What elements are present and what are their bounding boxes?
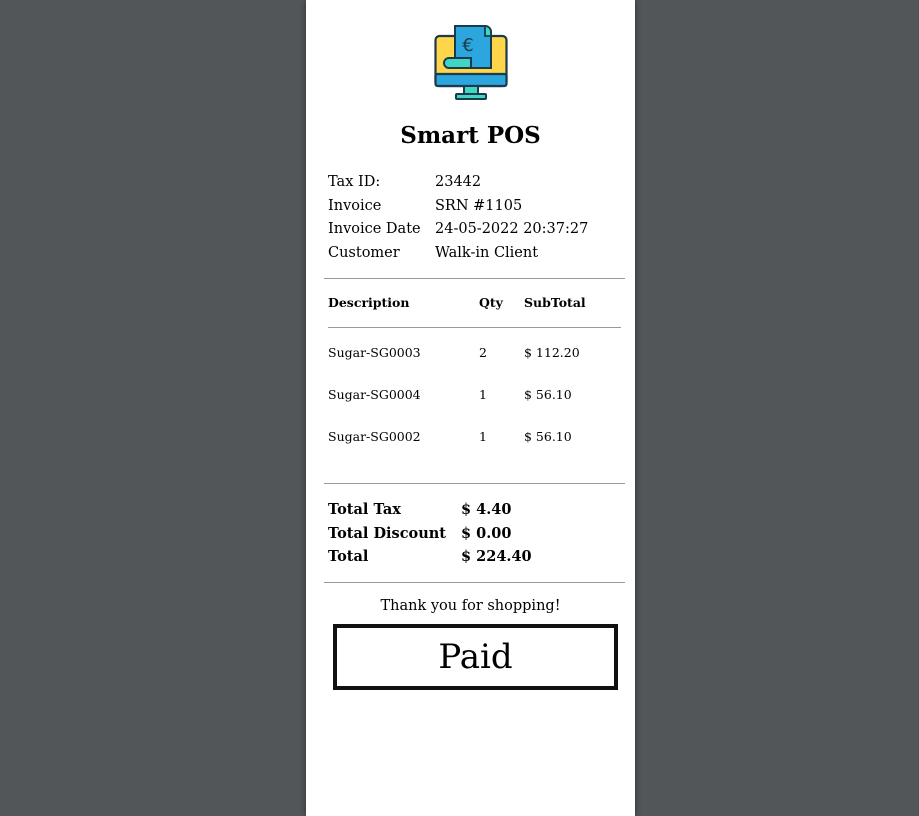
column-header-description: Description	[328, 295, 410, 310]
meta-row-invoice-date: Invoice Date 24-05-2022 20:37:27	[328, 218, 588, 242]
column-header-qty: Qty	[479, 295, 503, 310]
total-value: $ 4.40	[461, 501, 512, 518]
table-row: Sugar-SG0002 1 $ 56.10	[328, 428, 618, 446]
paid-status-stamp: Paid	[333, 624, 618, 690]
meta-row-customer: Customer Walk-in Client	[328, 242, 588, 266]
total-tax-row: Total Tax $ 4.40	[328, 498, 532, 522]
svg-text:€: €	[462, 35, 473, 56]
meta-label: Invoice Date	[328, 221, 421, 237]
meta-label: Customer	[328, 244, 400, 261]
divider	[328, 327, 621, 328]
receipt-page: € Smart POS Tax ID: 23442 Invoice SRN #1…	[306, 0, 635, 816]
thank-you-message: Thank you for shopping!	[380, 598, 561, 614]
pos-terminal-euro-icon: €	[434, 25, 508, 100]
item-qty: 2	[479, 345, 487, 360]
item-qty: 1	[479, 429, 487, 444]
column-header-subtotal: SubTotal	[524, 295, 586, 310]
table-row: Sugar-SG0004 1 $ 56.10	[328, 386, 618, 404]
item-subtotal: $ 56.10	[524, 387, 572, 402]
store-name: Smart POS	[400, 122, 541, 149]
divider	[324, 483, 625, 484]
total-label: Total Tax	[328, 501, 401, 518]
total-label: Total	[328, 548, 369, 565]
grand-total-row: Total $ 224.40	[328, 545, 532, 569]
table-row: Sugar-SG0003 2 $ 112.20	[328, 344, 618, 362]
meta-value: 24-05-2022 20:37:27	[435, 221, 589, 237]
item-qty: 1	[479, 387, 487, 402]
item-description: Sugar-SG0004	[328, 387, 421, 402]
total-value: $ 0.00	[461, 524, 512, 542]
total-value: $ 224.40	[461, 548, 532, 565]
meta-value: 23442	[435, 174, 482, 190]
totals-block: Total Tax $ 4.40 Total Discount $ 0.00 T…	[328, 498, 532, 569]
meta-row-tax-id: Tax ID: 23442	[328, 171, 588, 195]
meta-value: SRN #1105	[435, 197, 523, 214]
item-description: Sugar-SG0003	[328, 345, 421, 360]
total-discount-row: Total Discount $ 0.00	[328, 522, 532, 546]
receipt-meta: Tax ID: 23442 Invoice SRN #1105 Invoice …	[328, 171, 588, 265]
item-subtotal: $ 56.10	[524, 429, 572, 444]
meta-label: Tax ID:	[328, 174, 381, 190]
total-label: Total Discount	[328, 524, 446, 542]
divider	[324, 582, 625, 583]
item-description: Sugar-SG0002	[328, 429, 421, 444]
meta-label: Invoice	[328, 197, 382, 214]
meta-row-invoice: Invoice SRN #1105	[328, 195, 588, 219]
divider	[324, 278, 625, 279]
item-subtotal: $ 112.20	[524, 345, 580, 360]
meta-value: Walk-in Client	[435, 244, 539, 261]
